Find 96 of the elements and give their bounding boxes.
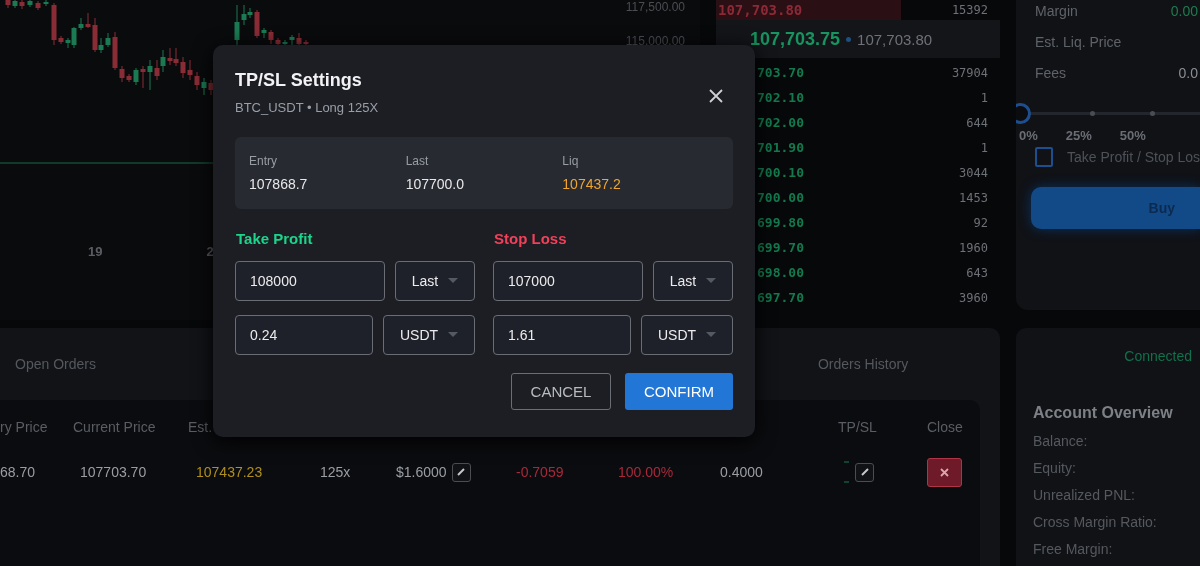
- candle: [35, 0, 41, 11]
- column-header: Est.: [188, 419, 214, 435]
- dialog-subtitle: BTC_USDT • Long 125X: [235, 100, 379, 115]
- bid-price: 699.80: [757, 215, 804, 230]
- caret-icon: [706, 332, 717, 338]
- close-icon: [940, 467, 949, 477]
- account-title: Account Overview: [1033, 404, 1174, 422]
- bid-price: 700.10: [757, 165, 804, 180]
- bid-price: 702.10: [757, 90, 804, 105]
- stat-label: Liq: [562, 154, 580, 168]
- account-label: Balance:: [1033, 432, 1089, 451]
- bid-price: 700.00: [757, 190, 804, 205]
- stat-label: Last: [405, 154, 430, 168]
- bid-price: 703.70: [757, 65, 804, 80]
- table-cell: 107437.23: [196, 464, 263, 480]
- amount-input[interactable]: 0.24: [235, 315, 373, 355]
- account-label: Equity:: [1033, 459, 1077, 478]
- dialog-title: TP/SL Settings: [235, 70, 363, 91]
- column-header: TP/SL: [838, 419, 878, 435]
- bid-quantity: 1453: [959, 190, 988, 205]
- bid-quantity: 644: [966, 115, 988, 130]
- caret-icon: [448, 278, 459, 284]
- close-position-button[interactable]: [927, 457, 962, 487]
- price-input[interactable]: 108000: [235, 261, 385, 301]
- candle: [27, 0, 33, 8]
- unit-select[interactable]: USDT: [383, 315, 475, 355]
- section-title: Take Profit: [236, 230, 314, 247]
- column-header: Current Price: [73, 419, 157, 435]
- ask-price: 107,703.80: [718, 2, 803, 18]
- dash-marks-icon: [844, 461, 850, 483]
- stat-value: 107700.0: [405, 176, 466, 192]
- cancel-button[interactable]: CANCEL: [511, 373, 611, 410]
- column-header: Close: [927, 419, 964, 435]
- close-icon: [709, 89, 723, 103]
- table-cell: 0.4000: [720, 464, 763, 480]
- ask-quantity: 15392: [951, 3, 988, 17]
- slider-thumb[interactable]: [1016, 102, 1031, 124]
- edit-button[interactable]: [451, 462, 471, 482]
- bid-quantity: 1960: [959, 240, 988, 255]
- table-cell: 125x: [320, 464, 351, 480]
- form-value: 0.0: [1178, 64, 1198, 81]
- pencil-icon: [456, 467, 467, 477]
- bid-quantity: 1: [980, 140, 988, 155]
- caret-icon: [448, 332, 459, 338]
- table-cell: -0.7059: [516, 464, 564, 480]
- date-label: 19: [88, 244, 103, 259]
- candle: [43, 0, 49, 7]
- confirm-button[interactable]: CONFIRM: [625, 373, 733, 410]
- bid-price: 702.00: [757, 115, 804, 130]
- price-input[interactable]: 107000: [493, 261, 643, 301]
- edit-button[interactable]: [855, 462, 874, 482]
- bid-price: 698.00: [757, 265, 804, 280]
- table-cell: 68.70: [0, 464, 36, 480]
- bid-price: 697.70: [757, 290, 804, 305]
- account-label: Cross Margin Ratio:: [1033, 513, 1158, 532]
- amount-input[interactable]: 1.61: [493, 315, 631, 355]
- percent-label: 25%: [1065, 128, 1092, 143]
- percent-label: 0%: [1019, 128, 1038, 143]
- connection-status: Connected: [1124, 348, 1193, 364]
- tpsl-checkbox[interactable]: [1035, 147, 1053, 167]
- account-label: Free Margin:: [1033, 540, 1114, 559]
- bid-quantity: 3044: [959, 165, 988, 180]
- date-label: 2: [206, 244, 214, 259]
- column-header: ry Price: [0, 419, 49, 435]
- trigger-select[interactable]: Last: [653, 261, 733, 301]
- stat-value: 107868.7: [249, 176, 309, 192]
- bid-quantity: 1: [980, 90, 988, 105]
- last-price: 107,703.75: [750, 28, 841, 50]
- caret-icon: [706, 278, 717, 284]
- bid-price: 699.70: [757, 240, 804, 255]
- bid-quantity: 3960: [959, 290, 988, 305]
- mark-price: 107,703.80: [857, 30, 933, 48]
- checkbox-label: Take Profit / Stop Los: [1066, 149, 1200, 165]
- section-title: Stop Loss: [494, 230, 568, 247]
- bid-quantity: 643: [966, 265, 988, 280]
- stat-label: Entry: [249, 154, 278, 168]
- table-cell: $1.6000: [396, 464, 447, 480]
- form-label: Margin: [1035, 2, 1078, 19]
- form-value: 0.00: [1170, 2, 1198, 19]
- form-label: Fees: [1035, 64, 1067, 81]
- table-cell: 100.00%: [618, 464, 674, 480]
- price-axis-label: 115,000.00: [625, 34, 685, 48]
- trigger-select[interactable]: Last: [395, 261, 475, 301]
- percent-label: 50%: [1119, 128, 1146, 143]
- account-label: Unrealized PNL:: [1033, 486, 1136, 505]
- bid-quantity: 92: [973, 215, 988, 230]
- dot-icon: [846, 36, 852, 42]
- bid-quantity: 37904: [951, 65, 988, 80]
- pencil-icon: [859, 467, 870, 477]
- unit-select[interactable]: USDT: [641, 315, 733, 355]
- form-label: Est. Liq. Price: [1035, 33, 1122, 50]
- close-button[interactable]: [707, 87, 725, 105]
- stat-value: 107437.2: [562, 176, 622, 192]
- price-axis-label: 117,500.00: [625, 0, 685, 14]
- table-cell: 107703.70: [80, 464, 147, 480]
- bid-price: 701.90: [757, 140, 804, 155]
